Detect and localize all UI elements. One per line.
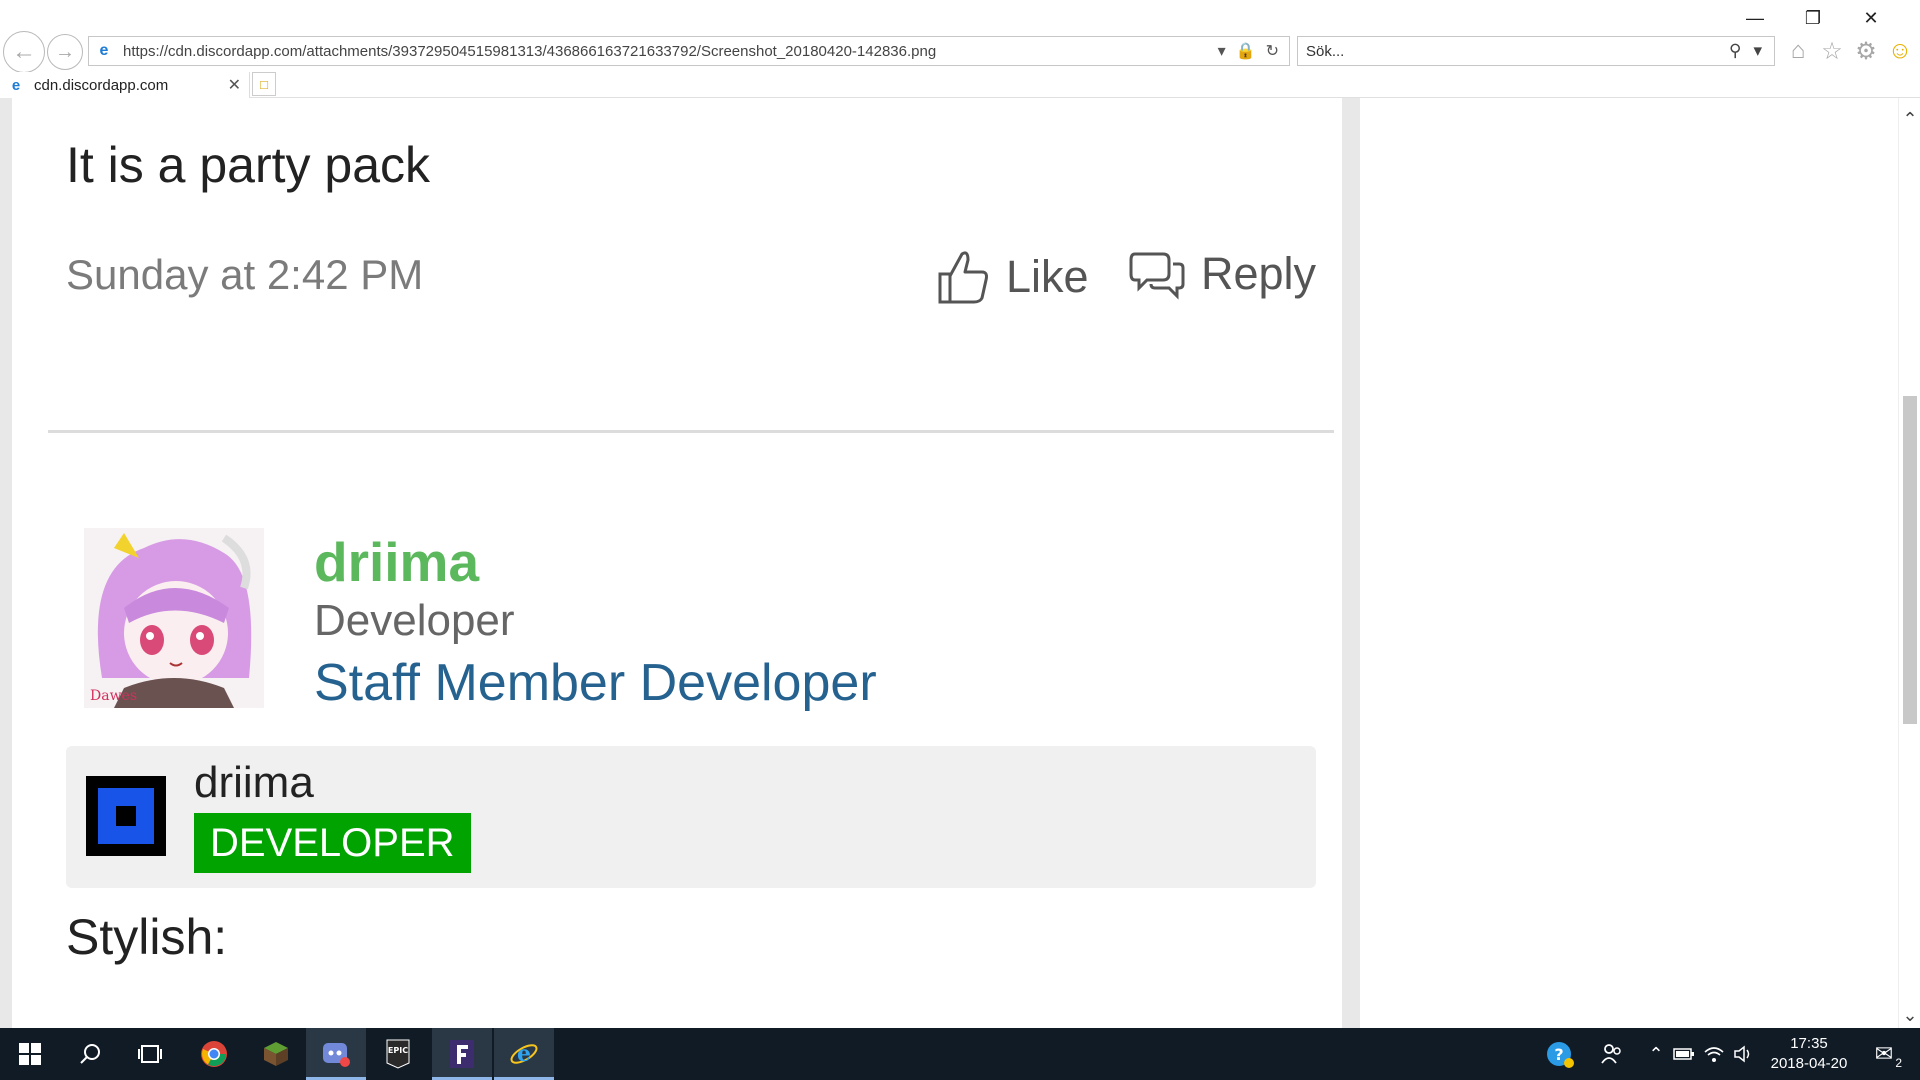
start-button[interactable] [0,1028,60,1080]
user-title: Developer [314,596,515,645]
tab-close-icon[interactable]: ✕ [228,75,241,95]
post-divider [48,430,1334,433]
chrome-taskbar-button[interactable] [184,1028,244,1080]
minecraft-taskbar-button[interactable] [246,1028,306,1080]
clock-date: 2018-04-20 [1770,1055,1848,1072]
discord-icon [323,1043,350,1067]
dropdown-icon[interactable]: ▾ [1218,41,1226,61]
back-button[interactable]: ← [3,31,45,73]
forward-button[interactable]: → [47,34,83,70]
people-icon[interactable] [1592,1028,1632,1080]
avatar-signature: Dawes [90,688,137,704]
search-placeholder[interactable]: Sök... [1306,43,1729,60]
scroll-thumb[interactable] [1903,396,1917,724]
card-username: driima [194,758,314,807]
user-card: driima DEVELOPER [66,746,1316,888]
svg-text:?: ? [1554,1045,1563,1064]
internet-explorer-icon: e [510,1041,538,1067]
reply-button[interactable]: Reply [1129,248,1316,300]
search-box[interactable]: Sök... ⚲ ▾ [1297,36,1775,66]
forum-content: It is a party pack Sunday at 2:42 PM Lik… [12,98,1342,1028]
refresh-icon[interactable]: ↻ [1266,41,1279,61]
new-tab-icon: □ [260,76,268,92]
browser-toolbar: ← → e https://cdn.discordapp.com/attachm… [0,0,1920,98]
svg-text:e: e [517,1041,531,1067]
clock-time: 17:35 [1790,1035,1828,1052]
gear-icon[interactable]: ⚙ [1852,37,1880,65]
user-banner: Staff Member Developer [314,654,877,712]
search-dropdown-icon[interactable]: ▾ [1753,41,1762,61]
address-url[interactable]: https://cdn.discordapp.com/attachments/3… [123,43,1218,60]
home-icon[interactable]: ⌂ [1784,37,1812,65]
epic-games-icon: EPIC [386,1039,410,1069]
svg-text:EPIC: EPIC [388,1046,408,1055]
minecraft-grass-block-icon [264,1042,288,1066]
lock-icon[interactable]: 🔒 [1236,41,1256,61]
search-icon[interactable]: ⚲ [1729,41,1741,61]
new-tab-button[interactable]: □ [252,72,276,96]
windows-icon [19,1043,41,1065]
ie-tab-favicon-icon: e [11,76,21,94]
thumbs-up-icon [936,248,990,306]
system-clock[interactable]: 17:35 2018-04-20 [1764,1034,1854,1074]
restore-icon[interactable]: ❐ [1784,6,1842,30]
chevron-up-icon[interactable]: ⌃ [1644,1028,1668,1080]
speech-bubbles-icon [1129,248,1185,300]
tab-title: cdn.discordapp.com [34,76,169,94]
vertical-scrollbar[interactable]: ⌃ ⌄ [1898,98,1920,1028]
ie-favicon-icon: e [99,42,109,59]
address-bar[interactable]: e https://cdn.discordapp.com/attachments… [88,36,1290,66]
chrome-icon [201,1041,227,1067]
notification-center-button[interactable]: ✉ 2 [1868,1038,1902,1070]
fortnite-taskbar-button[interactable] [432,1028,492,1080]
username-link[interactable]: driima [314,530,479,594]
arrow-right-icon: → [55,40,75,63]
task-view-button[interactable] [120,1028,180,1080]
notification-icon: ✉ [1874,1041,1894,1066]
star-icon[interactable]: ☆ [1818,37,1846,65]
like-button[interactable]: Like [936,248,1089,306]
volume-icon[interactable] [1730,1028,1758,1080]
search-taskbar-icon [80,1044,100,1064]
notification-count: 2 [1895,1056,1902,1070]
post-text: It is a party pack [66,137,431,193]
like-label: Like [1006,251,1089,302]
fortnite-icon [450,1040,474,1068]
search-taskbar-button[interactable] [60,1028,120,1080]
smiley-feedback-icon[interactable]: ☺ [1886,37,1914,65]
epic-games-taskbar-button[interactable]: EPIC [368,1028,428,1080]
task-view-icon [138,1045,162,1063]
minimize-icon[interactable]: — [1726,6,1784,30]
developer-badge: DEVELOPER [194,813,471,873]
scroll-up-icon[interactable]: ⌃ [1899,108,1920,130]
close-window-icon[interactable]: ✕ [1842,6,1900,30]
square-logo-icon [86,776,166,856]
browser-tab[interactable]: e cdn.discordapp.com ✕ [0,72,250,98]
wifi-icon[interactable] [1700,1028,1728,1080]
taskbar: EPIC e ? ⌃ 17:35 2018-04-20 ✉ 2 [0,1028,1920,1080]
reply-label: Reply [1201,248,1317,299]
next-post-text: Stylish: [66,909,228,965]
battery-icon[interactable] [1670,1028,1698,1080]
scroll-down-icon[interactable]: ⌄ [1899,1004,1920,1026]
arrow-left-icon: ← [12,38,36,65]
discord-taskbar-button[interactable] [306,1028,366,1080]
help-icon[interactable]: ? [1540,1028,1580,1080]
avatar[interactable]: Dawes [84,528,264,708]
page-viewport: It is a party pack Sunday at 2:42 PM Lik… [0,98,1898,1028]
post-timestamp[interactable]: Sunday at 2:42 PM [66,251,423,299]
internet-explorer-taskbar-button[interactable]: e [494,1028,554,1080]
